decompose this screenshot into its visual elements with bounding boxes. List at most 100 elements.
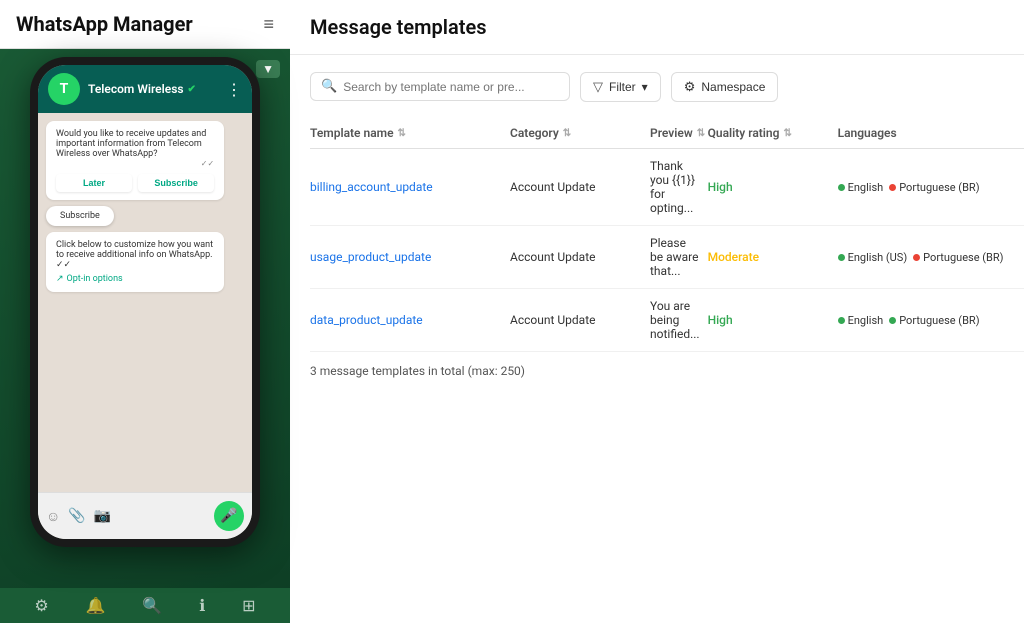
phone-footer: ☺ 📎 📷 🎤 [38,492,252,539]
bell-icon[interactable]: 🔔 [86,596,106,615]
table-row: usage_product_update Account Update Plea… [310,226,1024,289]
dot-green-icon-2 [838,254,845,261]
td-languages-3: English Portuguese (BR) [838,314,1024,327]
quality-badge-3: High [708,313,733,327]
table-container: Template name ⇅ Category ⇅ Preview ⇅ Qua… [310,118,1024,378]
top-bar: WhatsApp Manager ≡ [0,0,290,49]
total-count: 3 message templates in total (max: 250) [310,364,1024,378]
template-link-1[interactable]: billing_account_update [310,180,433,194]
namespace-button[interactable]: ⚙ Namespace [671,72,779,102]
lang-badge-pt-3: Portuguese (BR) [889,314,979,327]
th-category: Category ⇅ [510,126,650,140]
template-link-3[interactable]: data_product_update [310,313,423,327]
avatar: T [48,73,80,105]
dot-green-icon-4 [889,317,896,324]
search-bottom-icon[interactable]: 🔍 [142,596,162,615]
td-category-3: Account Update [510,313,650,327]
search-icon: 🔍 [321,79,337,94]
dropdown-arrow[interactable]: ▼ [256,60,280,78]
message-buttons: Later Subscribe [56,174,214,192]
sort-icon-template-name[interactable]: ⇅ [398,128,406,139]
later-button[interactable]: Later [56,174,132,192]
main-content: 🔍 ▽ Filter ▾ ⚙ Namespace Create message … [290,55,1024,623]
search-input[interactable] [343,80,559,94]
phone-menu-dots[interactable]: ⋮ [226,80,242,99]
phone-bottom-bar: ⚙ 🔔 🔍 ℹ ⊞ [0,588,290,623]
opt-in-link[interactable]: ↗ Opt-in options [56,274,214,284]
menu-icon[interactable]: ≡ [263,14,274,35]
mic-button[interactable]: 🎤 [214,501,244,531]
settings-icon[interactable]: ⚙ [34,596,48,615]
sort-icon-category[interactable]: ⇅ [563,128,571,139]
lang-badge-enus-2: English (US) [838,251,908,264]
table-header: Template name ⇅ Category ⇅ Preview ⇅ Qua… [310,118,1024,149]
subscribe-button[interactable]: Subscribe [138,174,214,192]
gear-icon: ⚙ [684,79,696,95]
verified-badge: ✔ [188,84,196,95]
dot-green-icon [838,184,845,191]
td-quality-2: Moderate [708,250,838,264]
contact-name: Telecom Wireless ✔ [88,82,218,96]
message-bubble-1: Would you like to receive updates and im… [46,121,224,200]
main-header: Message templates Telecom Wireless ▾ [290,0,1024,55]
emoji-icon[interactable]: ☺ [46,508,60,525]
left-panel: WhatsApp Manager ≡ ▼ T Telecom Wireless … [0,0,290,623]
dot-green-icon-3 [838,317,845,324]
sort-icon-quality[interactable]: ⇅ [783,128,791,139]
info-icon[interactable]: ℹ [199,596,205,615]
dot-red-icon [889,184,896,191]
phone-container: T Telecom Wireless ✔ ⋮ Would you like to… [0,49,290,588]
right-panel: Message templates Telecom Wireless ▾ 🔍 ▽… [290,0,1024,623]
contact-info: Telecom Wireless ✔ [88,82,218,96]
td-preview-1: Thank you {{1}} for opting... [650,159,708,215]
dot-red-icon-2 [913,254,920,261]
toolbar: 🔍 ▽ Filter ▾ ⚙ Namespace Create message … [310,71,1024,102]
quality-badge-2: Moderate [708,250,759,264]
td-category-1: Account Update [510,180,650,194]
lang-badges-3: English Portuguese (BR) [838,314,1024,327]
th-languages: Languages [838,126,1024,140]
filter-dropdown-icon: ▾ [642,80,648,94]
tick-2: ✓✓ [56,260,214,270]
template-link-2[interactable]: usage_product_update [310,250,431,264]
grid-icon[interactable]: ⊞ [242,596,255,615]
quality-badge-1: High [708,180,733,194]
search-box[interactable]: 🔍 [310,72,570,101]
opt-in-icon: ↗ [56,274,64,284]
sort-icon-preview[interactable]: ⇅ [697,128,705,139]
phone-mockup: T Telecom Wireless ✔ ⋮ Would you like to… [30,57,260,547]
td-template-name-2: usage_product_update [310,250,510,264]
filter-icon: ▽ [593,79,603,95]
table-row: billing_account_update Account Update Th… [310,149,1024,226]
th-quality-rating: Quality rating ⇅ [708,126,838,140]
td-languages-2: English (US) Portuguese (BR) [838,251,1024,264]
tick-1: ✓✓ [56,159,214,168]
td-languages-1: English Portuguese (BR) [838,181,1024,194]
td-category-2: Account Update [510,250,650,264]
app-title: WhatsApp Manager [16,12,193,36]
filter-button[interactable]: ▽ Filter ▾ [580,72,661,102]
chat-area: Would you like to receive updates and im… [38,113,252,492]
td-quality-1: High [708,180,838,194]
subscribe-floating: Subscribe [46,206,114,226]
page-title: Message templates [310,15,486,39]
td-preview-3: You are being notified... [650,299,708,341]
phone-screen: T Telecom Wireless ✔ ⋮ Would you like to… [38,65,252,539]
lang-badge-en-3: English [838,314,884,327]
th-template-name: Template name ⇅ [310,126,510,140]
td-template-name-3: data_product_update [310,313,510,327]
lang-badges-1: English Portuguese (BR) [838,181,1024,194]
lang-badge-pt-1: Portuguese (BR) [889,181,979,194]
td-preview-2: Please be aware that... [650,236,708,278]
lang-badges-2: English (US) Portuguese (BR) [838,251,1024,264]
td-quality-3: High [708,313,838,327]
lang-badge-pt-2: Portuguese (BR) [913,251,1003,264]
message-bubble-2: Click below to customize how you want to… [46,232,224,292]
lang-badge-en-1: English [838,181,884,194]
td-template-name-1: billing_account_update [310,180,510,194]
table-row: data_product_update Account Update You a… [310,289,1024,352]
th-preview: Preview ⇅ [650,126,708,140]
camera-icon[interactable]: 📷 [94,508,111,524]
attachment-icon[interactable]: 📎 [68,508,85,524]
phone-header: T Telecom Wireless ✔ ⋮ [38,65,252,113]
